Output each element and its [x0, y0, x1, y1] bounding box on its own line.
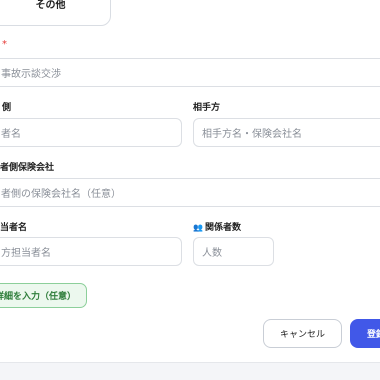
- cancel-button[interactable]: キャンセル: [263, 319, 342, 348]
- insurer-field[interactable]: 者側の保険会社名（任意）: [0, 178, 380, 207]
- contact-placeholder: 方担当者名: [1, 248, 51, 259]
- our-side-placeholder: 者名: [1, 129, 21, 140]
- party-count-label: 関係者数: [204, 223, 241, 233]
- opponent-label: 相手方: [193, 103, 221, 113]
- insurer-placeholder: 者側の保険会社名（任意）: [1, 189, 121, 200]
- tab-other-label: その他: [35, 0, 66, 11]
- insurer-label: 者側保険会社: [0, 163, 55, 173]
- our-side-label: 側: [2, 103, 12, 113]
- party-count-placeholder: 人数: [202, 248, 222, 259]
- contact-label: 当者名: [0, 223, 28, 233]
- people-icon: 👥: [193, 223, 203, 232]
- tab-other[interactable]: その他: [0, 0, 111, 26]
- cancel-label: キャンセル: [279, 330, 325, 340]
- required-mark: *: [2, 39, 7, 50]
- opponent-field[interactable]: 相手方名・保険会社名: [193, 118, 380, 147]
- footer-bar: [0, 363, 380, 380]
- opponent-placeholder: 相手方名・保険会社名: [202, 129, 302, 140]
- detail-input-label: 詳細を入力（任意）: [0, 292, 77, 302]
- our-side-field[interactable]: 者名: [0, 118, 182, 147]
- contact-field[interactable]: 方担当者名: [0, 237, 182, 266]
- case-name-placeholder: 事故示談交渉: [1, 69, 61, 80]
- party-count-field[interactable]: 人数: [193, 237, 274, 266]
- submit-label: 登録: [367, 330, 380, 340]
- submit-button[interactable]: 登録: [350, 319, 380, 348]
- party-count-label-wrap: 👥 関係者数: [193, 220, 241, 233]
- case-name-field[interactable]: 事故示談交渉: [0, 58, 380, 87]
- detail-input-button[interactable]: 詳細を入力（任意）: [0, 283, 87, 308]
